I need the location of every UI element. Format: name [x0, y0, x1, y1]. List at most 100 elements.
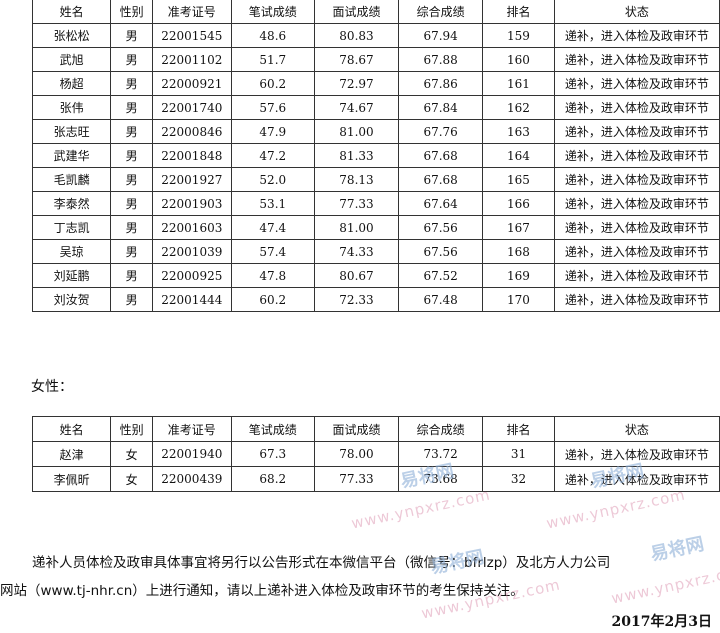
table-cell: 80.67: [313, 263, 400, 288]
table-cell: 22001545: [151, 23, 232, 48]
table-cell: 72.33: [313, 287, 400, 312]
table-cell: 67.3: [230, 441, 315, 467]
female-section-label: 女性：: [31, 379, 73, 395]
table-cell: 递补，进入体检及政审环节: [553, 191, 720, 216]
table-cell: 男: [110, 215, 153, 240]
table-cell: 67.56: [398, 215, 484, 240]
table-cell: 22000846: [151, 119, 232, 144]
column-header: 性别: [110, 416, 153, 442]
column-header: 笔试成绩: [230, 416, 315, 442]
table-row: 毛凯麟男 22001927 52.0 78.13 67.68 165 递补，进入体检及政审环…: [31, 167, 720, 192]
table-cell: 22001039: [151, 239, 232, 264]
table-cell: 78.00: [313, 441, 400, 467]
column-header: 准考证号: [151, 416, 232, 442]
table-cell: 67.68: [398, 167, 484, 192]
table-cell: 47.9: [230, 119, 315, 144]
table-cell: 男: [110, 119, 153, 144]
table-header-row: 姓名 性别 准考证号 笔试成绩 面试成绩 综合成绩 排名 状态: [31, 0, 720, 24]
table-row: 武旭男 22001102 51.7 78.67 67.88 160 递补，进入体检及政审环节: [31, 47, 720, 72]
table-row: 李泰然男 22001903 53.1 77.33 67.64 166 递补，进入体检及政审环…: [31, 191, 720, 216]
table-cell: 47.8: [230, 263, 315, 288]
table-cell: 22000925: [151, 263, 232, 288]
table-cell: 31: [482, 441, 555, 467]
table-cell: 57.4: [230, 239, 315, 264]
table-cell: 77.33: [313, 466, 400, 492]
table-row: 张松松男 22001545 48.6 80.83 67.94 159 递补，进入体检及政审环…: [31, 23, 720, 48]
table-row: 杨超男 22000921 60.2 72.97 67.86 161 递补，进入体检及政审环节: [31, 71, 720, 96]
table-cell: 52.0: [230, 167, 315, 192]
table-cell: 167: [482, 215, 555, 240]
table-cell: 72.97: [313, 71, 400, 96]
table-cell: 李泰然: [31, 191, 112, 216]
table-row: 刘汝贺男 22001444 60.2 72.33 67.48 170 递补，进入体检及政审环…: [31, 287, 720, 312]
column-header: 排名: [482, 0, 555, 24]
column-header: 面试成绩: [313, 416, 400, 442]
table-cell: 丁志凯: [31, 215, 112, 240]
table-cell: 81.33: [313, 143, 400, 168]
table-row: 武建华男 22001848 47.2 81.33 67.68 164 递补，进入体检及政审环…: [31, 143, 720, 168]
table-cell: 递补，进入体检及政审环节: [553, 167, 720, 192]
table-row: 张伟男 22001740 57.6 74.67 67.84 162 递补，进入体检及政审环节: [31, 95, 720, 120]
table-cell: 毛凯麟: [31, 167, 112, 192]
table-cell: 男: [110, 71, 153, 96]
table-cell: 递补，进入体检及政审环节: [553, 441, 720, 467]
table-cell: 67.64: [398, 191, 484, 216]
column-header: 准考证号: [151, 0, 232, 24]
table-cell: 74.67: [313, 95, 400, 120]
table-cell: 77.33: [313, 191, 400, 216]
table-cell: 57.6: [230, 95, 315, 120]
table-cell: 165: [482, 167, 555, 192]
table-cell: 53.1: [230, 191, 315, 216]
table-cell: 递补，进入体检及政审环节: [553, 143, 720, 168]
table-cell: 男: [110, 95, 153, 120]
male-results-table: 姓名 性别 准考证号 笔试成绩 面试成绩 综合成绩 排名 状态 张松松男 22001545 48.6…: [31, 0, 720, 312]
table-cell: 张志旺: [31, 119, 112, 144]
table-cell: 60.2: [230, 287, 315, 312]
table-cell: 67.86: [398, 71, 484, 96]
table-cell: 67.84: [398, 95, 484, 120]
column-header: 姓名: [31, 416, 112, 442]
table-cell: 递补，进入体检及政审环节: [553, 263, 720, 288]
table-cell: 22001444: [151, 287, 232, 312]
table-row: 赵津女 22001940 67.3 78.00 73.72 31 递补，进入体检及政审环节: [31, 441, 720, 467]
notice-line-1: 递补人员体检及政审具体事宜将另行以公告形式在本微信平台（微信号：bfrlzp）及…: [32, 555, 611, 571]
table-cell: 67.94: [398, 23, 484, 48]
table-cell: 67.68: [398, 143, 484, 168]
table-row: 吴琼男 22001039 57.4 74.33 67.56 168 递补，进入体检及政审环节: [31, 239, 720, 264]
table-cell: 48.6: [230, 23, 315, 48]
table-cell: 168: [482, 239, 555, 264]
table-cell: 160: [482, 47, 555, 72]
table-cell: 68.2: [230, 466, 315, 492]
table-cell: 78.67: [313, 47, 400, 72]
table-cell: 159: [482, 23, 555, 48]
table-cell: 73.72: [398, 441, 484, 467]
table-cell: 163: [482, 119, 555, 144]
table-cell: 22001102: [151, 47, 232, 72]
column-header: 综合成绩: [398, 416, 484, 442]
table-cell: 162: [482, 95, 555, 120]
table-cell: 递补，进入体检及政审环节: [553, 239, 720, 264]
table-cell: 169: [482, 263, 555, 288]
table-cell: 22000439: [151, 466, 232, 492]
table-cell: 男: [110, 263, 153, 288]
column-header: 状态: [553, 0, 720, 24]
table-cell: 78.13: [313, 167, 400, 192]
table-cell: 81.00: [313, 215, 400, 240]
table-cell: 67.56: [398, 239, 484, 264]
table-cell: 男: [110, 47, 153, 72]
table-cell: 男: [110, 167, 153, 192]
table-cell: 22000921: [151, 71, 232, 96]
column-header: 状态: [553, 416, 720, 442]
column-header: 性别: [110, 0, 153, 24]
table-cell: 22001848: [151, 143, 232, 168]
table-cell: 男: [110, 191, 153, 216]
table-cell: 22001740: [151, 95, 232, 120]
table-cell: 男: [110, 143, 153, 168]
table-cell: 递补，进入体检及政审环节: [553, 287, 720, 312]
table-cell: 67.88: [398, 47, 484, 72]
table-cell: 武建华: [31, 143, 112, 168]
table-cell: 67.76: [398, 119, 484, 144]
column-header: 姓名: [31, 0, 112, 24]
table-cell: 81.00: [313, 119, 400, 144]
table-cell: 女: [110, 441, 153, 467]
